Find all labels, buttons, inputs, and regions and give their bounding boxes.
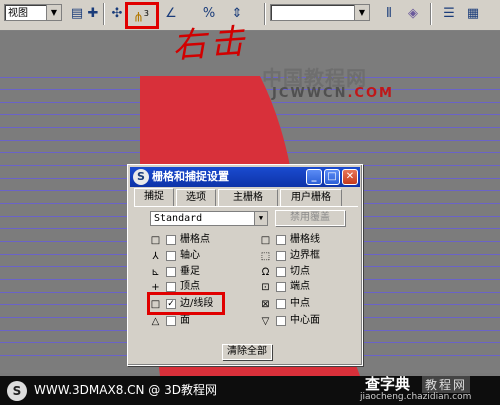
named-selection-set[interactable]: ▼	[270, 4, 370, 21]
tab-user-grids[interactable]: 用户栅格	[280, 189, 342, 206]
render-setup-icon[interactable]: ✚	[84, 5, 102, 23]
view-select-value: 视图	[8, 8, 28, 19]
tangent-checkbox[interactable]	[276, 267, 286, 277]
app-logo-icon: S	[7, 381, 27, 401]
tab-divider	[134, 206, 358, 207]
dialog-titlebar[interactable]: S 栅格和捕捉设置 _ □ ✕	[130, 167, 360, 187]
mirror-icon[interactable]: ⫴	[380, 5, 398, 23]
align-icon[interactable]: ◈	[404, 5, 422, 23]
tangent-label: 切点	[290, 266, 310, 277]
edge-segment-highlight	[147, 292, 225, 315]
perpendicular-checkbox[interactable]	[166, 267, 176, 277]
pivot-checkbox[interactable]	[166, 251, 176, 261]
pivot-icon: ⅄	[152, 251, 159, 262]
watermark-url: JCWWCN.COM	[272, 86, 394, 101]
perpendicular-icon: ⊾	[151, 267, 160, 278]
curve-editor-icon[interactable]: ▦	[464, 5, 482, 23]
endpoint-checkbox[interactable]	[276, 282, 286, 292]
disable-override-button[interactable]: 禁用覆盖	[275, 210, 345, 226]
bounding-box-label: 边界框	[290, 250, 320, 261]
midpoint-checkbox[interactable]	[276, 299, 286, 309]
layer-manager-icon[interactable]: ☰	[440, 5, 458, 23]
chevron-down-icon: ▼	[254, 212, 267, 225]
footer-text: WWW.3DMAX8.CN @ 3D教程网	[34, 383, 218, 397]
tab-home-grid[interactable]: 主栅格	[218, 189, 278, 206]
app-logo-icon: S	[133, 169, 149, 185]
bounding-box-checkbox[interactable]	[276, 251, 286, 261]
watermark-url-suffix: .COM	[347, 86, 394, 101]
endpoint-icon: ⊡	[261, 282, 270, 293]
center-face-icon: ▽	[261, 316, 270, 327]
clear-all-button[interactable]: 清除全部	[222, 344, 272, 360]
main-toolbar: 视图 ▼ ▤ ✚ ✣ ⋔3 ∠ % ⇕ ▼ ⫴ ◈ ☰ ▦	[0, 0, 500, 31]
tab-snaps[interactable]: 捕捉	[134, 188, 174, 207]
midpoint-label: 中点	[290, 298, 310, 309]
midpoint-icon: ⊠	[261, 299, 270, 310]
toolbar-separator	[103, 3, 105, 25]
toolbar-separator	[430, 3, 432, 25]
tangent-icon: ᘯ	[261, 267, 270, 278]
chevron-down-icon: ▼	[46, 5, 61, 20]
toolbar-separator	[264, 3, 266, 25]
center-face-label: 中心面	[290, 315, 320, 326]
face-checkbox[interactable]	[166, 316, 176, 326]
snap-preset-select[interactable]: Standard ▼	[150, 211, 268, 226]
tab-options[interactable]: 选项	[176, 189, 216, 206]
face-icon: △	[151, 316, 160, 327]
grid-lines-checkbox[interactable]	[276, 235, 286, 245]
grid-points-label: 栅格点	[180, 234, 210, 245]
view-select[interactable]: 视图 ▼	[4, 4, 62, 21]
perpendicular-label: 垂足	[180, 266, 200, 277]
snap-highlight-box	[125, 2, 159, 29]
site-url: jiaocheng.chazidian.com	[360, 392, 472, 402]
vertex-checkbox[interactable]	[166, 282, 176, 292]
grid-line-icon: □	[260, 235, 271, 246]
manipulate-icon[interactable]: ✣	[108, 5, 126, 23]
center-face-checkbox[interactable]	[276, 316, 286, 326]
site-name: 查字典	[365, 375, 411, 393]
close-button[interactable]: ✕	[342, 169, 358, 185]
endpoint-label: 端点	[290, 281, 310, 292]
face-label: 面	[180, 315, 190, 326]
grid-point-icon: □	[150, 235, 161, 246]
grid-snap-dialog: S 栅格和捕捉设置 _ □ ✕ 捕捉 选项 主栅格 用户栅格 Standard …	[127, 164, 363, 366]
grid-points-checkbox[interactable]	[166, 235, 176, 245]
grid-lines-label: 栅格线	[290, 234, 320, 245]
handwritten-annotation: 右击	[170, 21, 250, 67]
watermark-url-main: JCWWCN	[272, 86, 348, 101]
maximize-button[interactable]: □	[324, 169, 340, 185]
minimize-button[interactable]: _	[306, 169, 322, 185]
dialog-title: 栅格和捕捉设置	[152, 170, 229, 183]
chevron-down-icon: ▼	[354, 5, 369, 20]
preset-value: Standard	[154, 213, 203, 224]
bounding-box-icon: ⬚	[260, 251, 271, 262]
site-tag: 教程网	[422, 376, 471, 393]
pivot-label: 轴心	[180, 250, 200, 261]
